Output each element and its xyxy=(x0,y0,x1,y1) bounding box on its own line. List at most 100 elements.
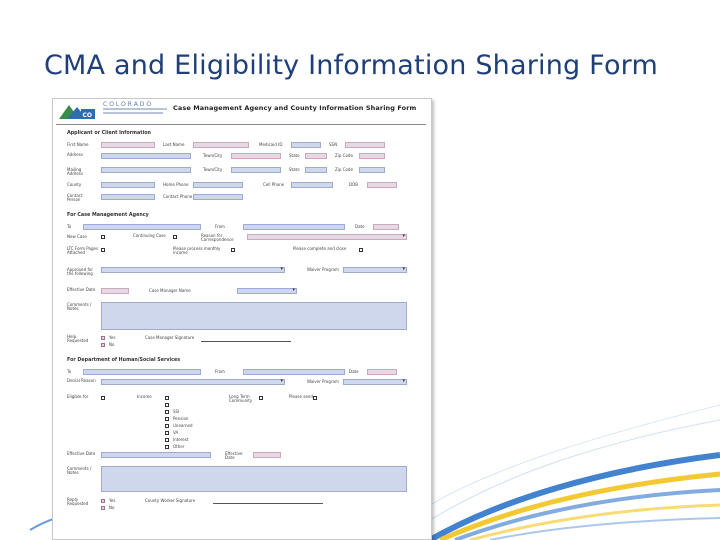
cell-phone-field[interactable] xyxy=(291,182,333,188)
logo-subline xyxy=(103,112,163,114)
label-contact-phone: Contact Phone xyxy=(163,194,193,199)
county-effective-date-field[interactable] xyxy=(253,452,281,458)
medicaid-id-field[interactable] xyxy=(291,142,321,148)
date-field[interactable] xyxy=(373,224,399,230)
label-address: Address xyxy=(67,152,83,157)
ltc-form-checkbox[interactable] xyxy=(101,248,105,252)
form-title: Case Management Agency and County Inform… xyxy=(173,104,417,112)
label-no-2: No xyxy=(109,505,115,510)
label-waiver-program: Waiver Program xyxy=(307,267,339,272)
ssi-checkbox[interactable] xyxy=(165,410,169,414)
label-reason: Reason for Correspondence xyxy=(201,233,234,243)
mailing-zip-field[interactable] xyxy=(359,167,385,173)
please-complete-checkbox[interactable] xyxy=(359,248,363,252)
label-please-income: Please process monthly income xyxy=(173,246,221,256)
first-name-field[interactable] xyxy=(101,142,155,148)
label-medicaid-id: Medicaid ID xyxy=(259,142,283,147)
label-reply: Reply Requested xyxy=(67,497,89,507)
home-phone-field[interactable] xyxy=(193,182,243,188)
label-approved: Approved for the following xyxy=(67,267,93,277)
label-zip: Zip Code xyxy=(335,153,353,158)
label-unearned: Unearned xyxy=(173,423,193,428)
label-interest: Interest xyxy=(173,437,189,442)
form-image: CO COLORADO Case Management Agency and C… xyxy=(52,98,432,540)
last-name-field[interactable] xyxy=(193,142,249,148)
label-va: VA xyxy=(173,430,179,435)
state-field[interactable] xyxy=(305,153,327,159)
reply-yes-checkbox[interactable] xyxy=(101,499,105,503)
label-help: Help Requested xyxy=(67,334,89,344)
section-cma: For Case Management Agency xyxy=(67,213,149,218)
waiver-program-dropdown[interactable] xyxy=(343,266,407,273)
case-manager-dropdown[interactable] xyxy=(237,287,297,294)
label-continuing-case: Continuing Case xyxy=(133,233,166,238)
help-no-checkbox[interactable] xyxy=(101,343,105,347)
label-yes-2: Yes xyxy=(109,498,116,503)
county-comments-textarea[interactable] xyxy=(101,466,407,492)
denial-dropdown[interactable] xyxy=(101,378,285,385)
county-field[interactable] xyxy=(101,182,155,188)
label-ltc-form: LTC Form Pages Attached xyxy=(67,246,99,256)
please-income-checkbox[interactable] xyxy=(231,248,235,252)
label-from-2: From xyxy=(215,369,225,374)
mailing-state-field[interactable] xyxy=(305,167,327,173)
pension-checkbox[interactable] xyxy=(165,417,169,421)
slide-title: CMA and Eligibility Information Sharing … xyxy=(44,50,658,81)
ssn-field[interactable] xyxy=(345,142,385,148)
label-dob: DOB xyxy=(349,182,358,187)
label-county: County xyxy=(67,182,82,187)
label-please-complete: Please complete and close xyxy=(293,246,347,251)
label-worker-signature: County Worker Signature xyxy=(145,498,196,503)
dob-field[interactable] xyxy=(367,182,397,188)
label-no: No xyxy=(109,342,115,347)
effective-date-field[interactable] xyxy=(101,288,129,294)
label-last-name: Last Name xyxy=(163,142,185,147)
logo-word: COLORADO xyxy=(103,101,154,108)
county-date-field[interactable] xyxy=(367,369,397,375)
label-mailing: Mailing Address xyxy=(67,167,83,177)
contact-person-field[interactable] xyxy=(101,194,155,200)
mailing-address-field[interactable] xyxy=(101,167,191,173)
label-state-2: State xyxy=(289,167,300,172)
income-checkbox-2[interactable] xyxy=(165,403,169,407)
address-field[interactable] xyxy=(101,153,191,159)
county-to-field[interactable] xyxy=(83,369,201,375)
label-cm-signature: Case Manager Signature xyxy=(145,335,195,340)
county-from-field[interactable] xyxy=(243,369,345,375)
unearned-checkbox[interactable] xyxy=(165,424,169,428)
other-checkbox[interactable] xyxy=(165,445,169,449)
to-field[interactable] xyxy=(83,224,201,230)
eligible-checkbox[interactable] xyxy=(101,396,105,400)
label-pension: Pension xyxy=(173,416,189,421)
zip-field[interactable] xyxy=(359,153,385,159)
from-field[interactable] xyxy=(243,224,345,230)
contact-phone-field[interactable] xyxy=(193,194,243,200)
va-checkbox[interactable] xyxy=(165,431,169,435)
label-income: Income xyxy=(137,394,152,399)
logo-mark: CO xyxy=(83,112,93,119)
city-field[interactable] xyxy=(231,153,281,159)
label-date: Date xyxy=(355,224,365,229)
label-zip-2: Zip Code xyxy=(335,167,353,172)
continuing-case-checkbox[interactable] xyxy=(173,235,177,239)
logo-subline xyxy=(103,108,167,110)
request-checkbox[interactable] xyxy=(313,396,317,400)
approved-dropdown[interactable] xyxy=(101,266,285,273)
label-new-case: New Case xyxy=(67,234,87,239)
comments-textarea[interactable] xyxy=(101,302,407,330)
county-waiver-dropdown[interactable] xyxy=(343,378,407,385)
reply-no-checkbox[interactable] xyxy=(101,506,105,510)
reason-dropdown[interactable] xyxy=(247,233,407,240)
long-term-checkbox[interactable] xyxy=(259,396,263,400)
section-applicant: Applicant or Client Information xyxy=(67,131,151,136)
new-case-checkbox[interactable] xyxy=(101,235,105,239)
colorado-logo-icon: CO xyxy=(59,105,95,119)
label-date-2: Date xyxy=(349,369,359,374)
label-state: State xyxy=(289,153,300,158)
label-contact: Contact Person xyxy=(67,193,83,203)
mailing-city-field[interactable] xyxy=(231,167,281,173)
interest-checkbox[interactable] xyxy=(165,438,169,442)
county-effective-field[interactable] xyxy=(101,452,211,458)
help-yes-checkbox[interactable] xyxy=(101,336,105,340)
income-checkbox-1[interactable] xyxy=(165,396,169,400)
